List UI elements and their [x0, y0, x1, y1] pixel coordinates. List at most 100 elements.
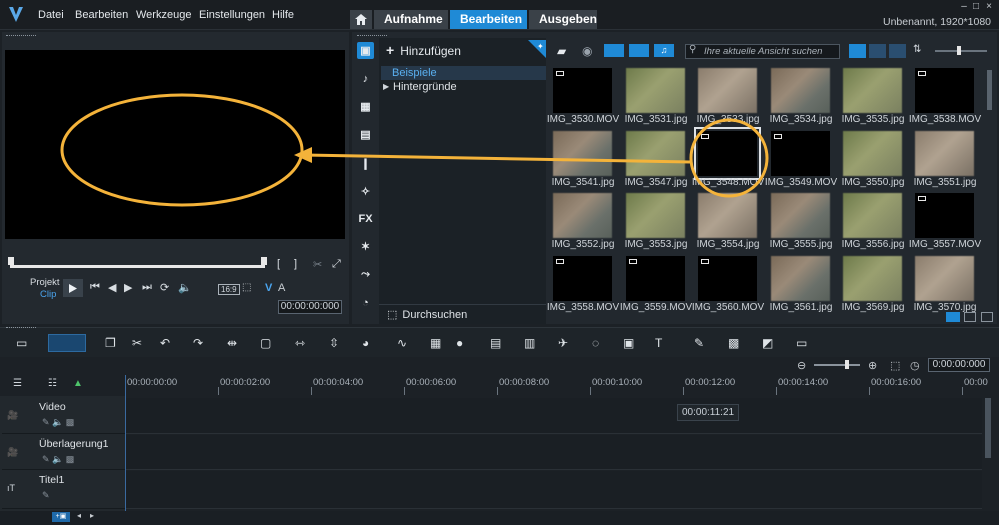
chevron-right-icon[interactable]: ▶	[383, 82, 389, 91]
zoom-preview-icon[interactable]: ⤢	[332, 258, 341, 271]
3d-title-icon[interactable]: T	[655, 336, 662, 350]
media-thumbnail[interactable]	[843, 131, 902, 176]
track-controls-icon[interactable]: ✎ 🔈 ▩	[42, 417, 74, 428]
track-lane[interactable]	[125, 471, 982, 509]
playhead[interactable]	[125, 375, 126, 511]
media-thumbnail[interactable]	[626, 131, 685, 176]
media-thumbnail[interactable]	[698, 193, 757, 238]
video-channel-toggle[interactable]: V	[265, 282, 272, 294]
pin-icon[interactable]: ✦	[528, 40, 546, 58]
capture-icon[interactable]: ◉	[582, 44, 592, 58]
media-thumbnail[interactable]	[771, 256, 830, 301]
motion-icon[interactable]: ⇳	[329, 336, 339, 350]
tab-aufnahme[interactable]: Aufnahme	[374, 10, 448, 29]
media-thumbnail[interactable]	[915, 131, 974, 176]
thumbnail-size-handle[interactable]	[957, 46, 961, 55]
menu-bearbeiten[interactable]: Bearbeiten	[75, 9, 128, 21]
go-end-icon[interactable]: ⏭	[142, 281, 152, 294]
go-start-icon[interactable]: ⏮	[90, 281, 100, 294]
volume-icon[interactable]: 🔈	[178, 281, 192, 294]
menu-werkzeuge[interactable]: Werkzeuge	[136, 9, 191, 21]
add-marker-icon[interactable]: ▲	[73, 378, 83, 389]
library-search-input[interactable]: Ihre aktuelle Ansicht suchen	[685, 44, 840, 59]
motion-tracking-icon[interactable]: ✈	[558, 336, 568, 350]
menu-einstellungen[interactable]: Einstellungen	[199, 9, 265, 21]
freeze-icon[interactable]: ▣	[623, 336, 634, 350]
audio-wave-icon[interactable]: ∿	[397, 336, 407, 350]
timeline-view-button[interactable]	[48, 334, 86, 352]
effect-icon[interactable]: ▩	[728, 336, 739, 350]
media-thumbnail[interactable]	[553, 131, 612, 176]
prev-frame-icon[interactable]: ◀	[108, 281, 116, 294]
scroll-left-icon[interactable]: ◂	[77, 511, 81, 520]
maximize-icon[interactable]: □	[970, 2, 982, 12]
media-thumbnail[interactable]	[626, 68, 685, 113]
zoom-out-icon[interactable]: ⊖	[797, 359, 806, 372]
zoom-slider[interactable]	[814, 364, 860, 366]
trim-icon[interactable]: ⇹	[227, 336, 237, 350]
media-thumbnail[interactable]	[771, 193, 830, 238]
media-thumbnail[interactable]	[698, 68, 757, 113]
scrub-start-handle[interactable]	[8, 257, 14, 265]
library-view-icon[interactable]	[946, 312, 960, 322]
panel-grip-icon[interactable]	[6, 35, 36, 38]
sound-mixer-icon[interactable]: ◕	[362, 336, 369, 350]
export-icon[interactable]: ▭	[796, 336, 807, 350]
timeline-timecode[interactable]: 0:00:00:000	[928, 358, 990, 372]
media-thumbnail[interactable]	[843, 256, 902, 301]
view-thumbnails-button[interactable]	[849, 44, 866, 58]
media-icon[interactable]: ▣	[357, 42, 374, 59]
scroll-right-icon[interactable]: ▸	[90, 511, 94, 520]
storyboard-view-icon[interactable]: ▭	[16, 336, 27, 350]
title-icon[interactable]: ✧	[357, 183, 374, 200]
subtitle-icon[interactable]: ▦	[430, 336, 441, 350]
mark-in-icon[interactable]: [	[277, 258, 280, 270]
media-thumbnail[interactable]	[553, 193, 612, 238]
tools-icon[interactable]: ✂	[132, 336, 142, 350]
record-icon[interactable]: ▢	[260, 336, 271, 350]
project-mode-label[interactable]: Projekt	[30, 277, 60, 288]
play-button[interactable]	[63, 279, 83, 297]
scrub-bar[interactable]	[10, 265, 265, 268]
media-thumbnail[interactable]	[843, 68, 902, 113]
next-frame-icon[interactable]: ▶	[124, 281, 132, 294]
library-options-icon[interactable]	[964, 312, 976, 322]
audio-library-icon[interactable]: ♪	[357, 70, 374, 87]
scrub-end-handle[interactable]	[261, 257, 267, 265]
zoom-handle[interactable]	[845, 360, 849, 369]
filter-video-button[interactable]	[604, 44, 624, 57]
track-lane[interactable]	[125, 398, 982, 434]
paint-icon[interactable]: ◩	[762, 336, 773, 350]
mark-out-icon[interactable]: ]	[294, 258, 297, 270]
undo-icon[interactable]: ↶	[160, 336, 170, 350]
tab-ausgeben[interactable]: Ausgeben	[529, 10, 597, 29]
track-controls-icon[interactable]: ✎ 🔈 ▩	[42, 454, 74, 465]
filter-photo-button[interactable]	[629, 44, 649, 57]
aspect-ratio-button[interactable]: 16:9	[218, 284, 240, 295]
view-list-button[interactable]	[869, 44, 886, 58]
zoom-in-icon[interactable]: ⊕	[868, 359, 877, 372]
menu-datei[interactable]: Datei	[38, 9, 64, 21]
copy-attributes-icon[interactable]: ❐	[105, 336, 116, 350]
path-icon[interactable]: ⤳	[357, 266, 374, 283]
audio-channel-toggle[interactable]: A	[278, 282, 285, 294]
media-thumbnail[interactable]	[626, 193, 685, 238]
media-thumbnail[interactable]	[771, 68, 830, 113]
multicam-icon[interactable]: ▥	[524, 336, 535, 350]
add-track-button[interactable]: +▣	[52, 512, 70, 522]
filter-audio-button[interactable]: ♫	[654, 44, 674, 57]
cycle-icon[interactable]: ◌	[592, 336, 599, 350]
transition-icon[interactable]: ❙	[357, 155, 374, 172]
template-icon[interactable]: ▤	[357, 126, 374, 143]
menu-hilfe[interactable]: Hilfe	[272, 9, 294, 21]
redo-icon[interactable]: ↷	[193, 336, 203, 350]
chapter-icon[interactable]: ☷	[48, 378, 57, 389]
media-thumbnail[interactable]	[843, 193, 902, 238]
track-lane[interactable]	[125, 435, 982, 470]
split-icon[interactable]: ✂	[313, 258, 322, 271]
view-grid-button[interactable]	[889, 44, 906, 58]
split-screen-icon[interactable]: ⇿	[295, 336, 305, 350]
edit-icon[interactable]: ✎	[694, 336, 704, 350]
folder-item-hintergruende[interactable]: Hintergründe	[393, 81, 457, 93]
close-icon[interactable]: ×	[983, 2, 995, 12]
